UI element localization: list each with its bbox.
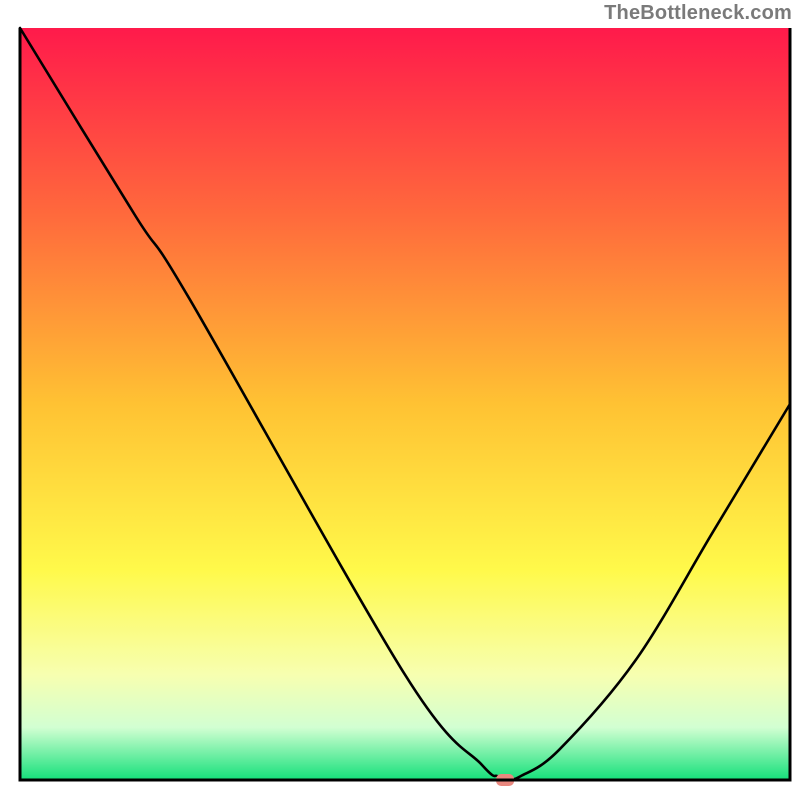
bottleneck-chart bbox=[0, 0, 800, 800]
watermark-text: TheBottleneck.com bbox=[604, 2, 792, 25]
plot-background bbox=[20, 28, 790, 780]
chart-container: TheBottleneck.com bbox=[0, 0, 800, 800]
